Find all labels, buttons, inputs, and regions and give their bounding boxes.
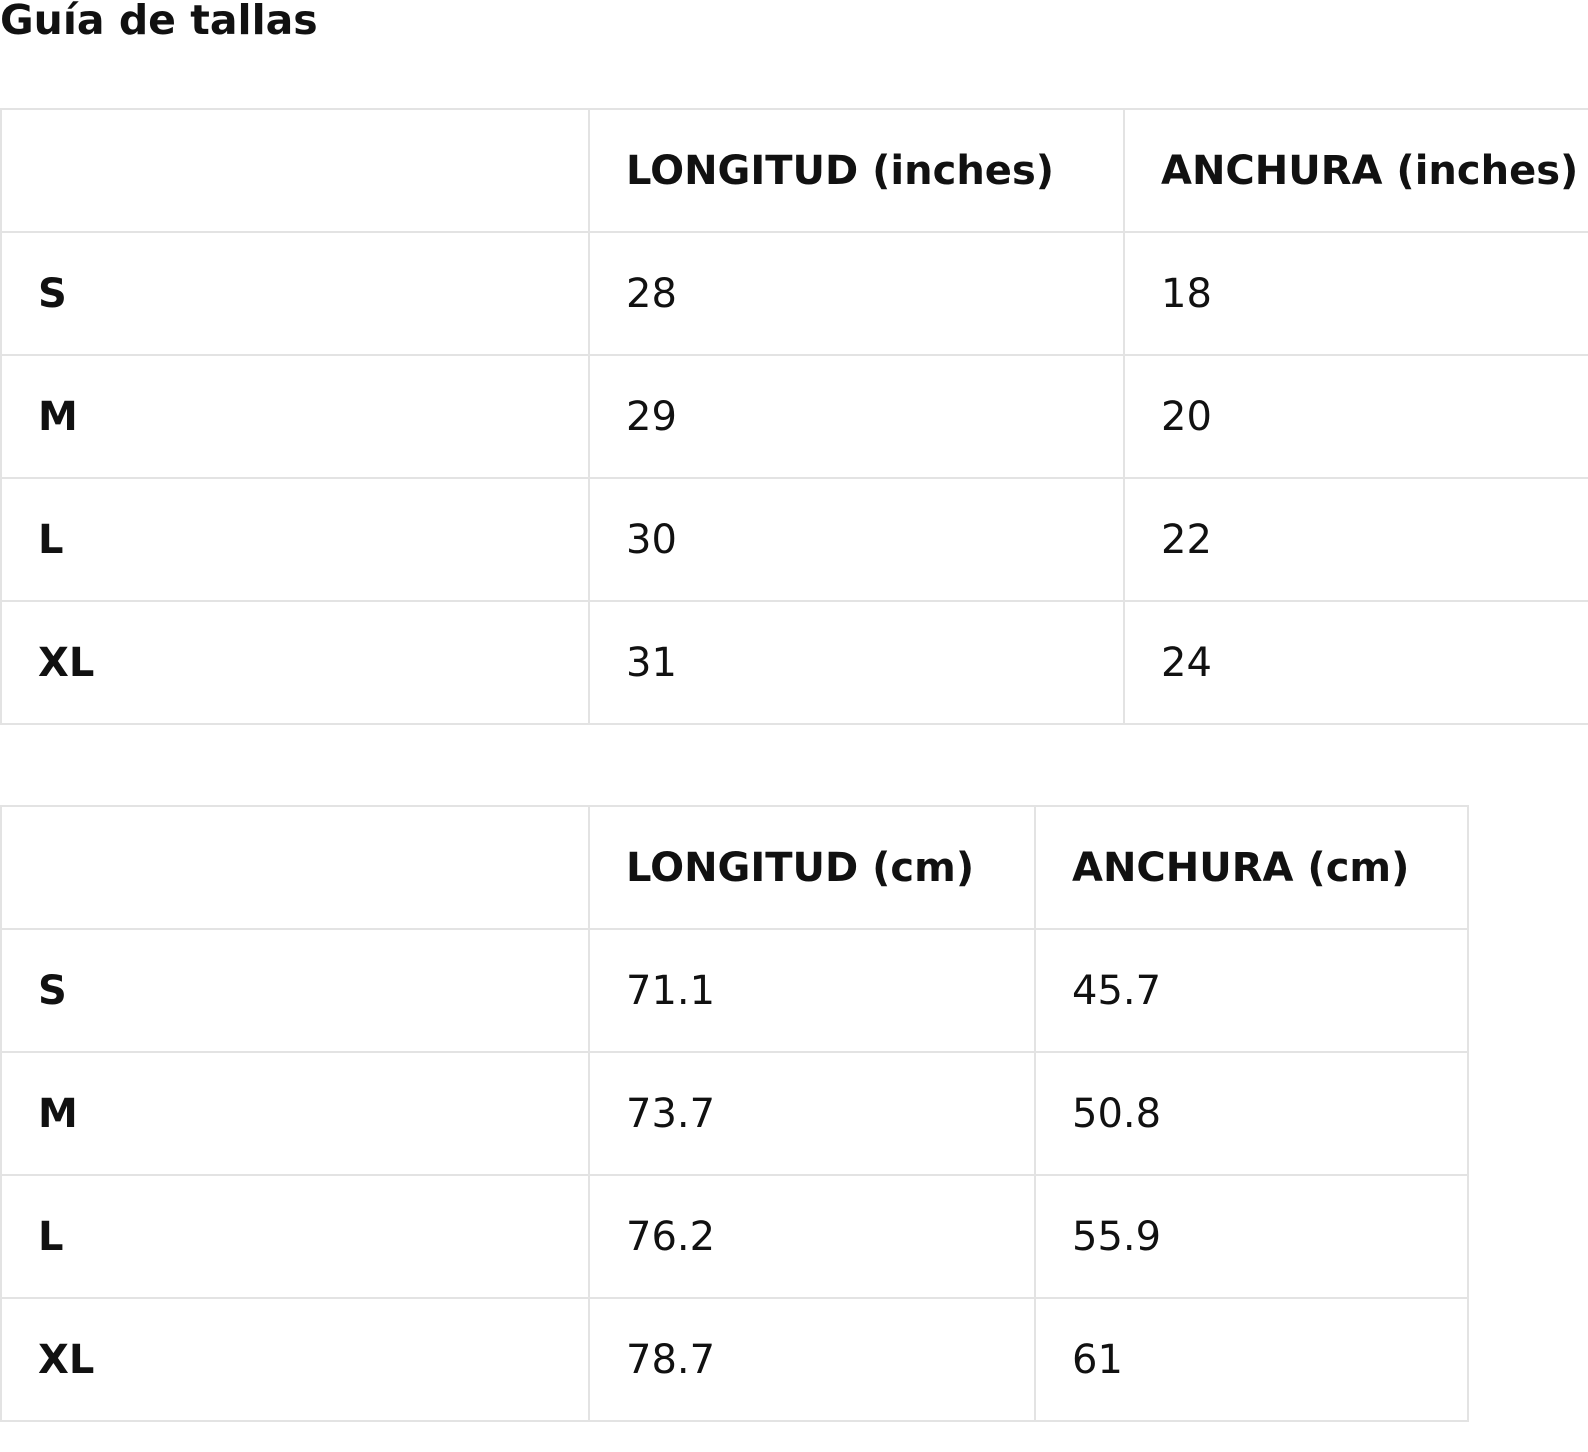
length-value: 29 bbox=[588, 354, 1125, 479]
width-value: 55.9 bbox=[1034, 1174, 1469, 1299]
table-header-row: LONGITUD (inches) ANCHURA (inches) bbox=[0, 108, 1588, 233]
length-value: 76.2 bbox=[588, 1174, 1036, 1299]
header-length-inches: LONGITUD (inches) bbox=[588, 108, 1125, 233]
size-label: S bbox=[0, 231, 590, 356]
table-row: S 28 18 bbox=[0, 231, 1588, 356]
length-value: 28 bbox=[588, 231, 1125, 356]
width-value: 45.7 bbox=[1034, 928, 1469, 1053]
size-label: L bbox=[0, 1174, 590, 1299]
length-value: 31 bbox=[588, 600, 1125, 725]
size-label: M bbox=[0, 354, 590, 479]
header-size-blank bbox=[0, 805, 590, 930]
length-value: 73.7 bbox=[588, 1051, 1036, 1176]
size-table-cm: LONGITUD (cm) ANCHURA (cm) S 71.1 45.7 M… bbox=[0, 805, 1469, 1422]
length-value: 30 bbox=[588, 477, 1125, 602]
table-row: L 30 22 bbox=[0, 477, 1588, 602]
width-value: 61 bbox=[1034, 1297, 1469, 1422]
size-label: XL bbox=[0, 600, 590, 725]
length-value: 71.1 bbox=[588, 928, 1036, 1053]
size-label: M bbox=[0, 1051, 590, 1176]
page-title: Guía de tallas bbox=[0, 0, 318, 44]
table-row: L 76.2 55.9 bbox=[0, 1174, 1469, 1299]
width-value: 20 bbox=[1123, 354, 1588, 479]
table-row: XL 78.7 61 bbox=[0, 1297, 1469, 1422]
size-label: L bbox=[0, 477, 590, 602]
header-size-blank bbox=[0, 108, 590, 233]
table-header-row: LONGITUD (cm) ANCHURA (cm) bbox=[0, 805, 1469, 930]
table-row: M 29 20 bbox=[0, 354, 1588, 479]
header-width-inches: ANCHURA (inches) bbox=[1123, 108, 1588, 233]
size-table-inches: LONGITUD (inches) ANCHURA (inches) S 28 … bbox=[0, 108, 1588, 725]
length-value: 78.7 bbox=[588, 1297, 1036, 1422]
table-row: XL 31 24 bbox=[0, 600, 1588, 725]
table-row: S 71.1 45.7 bbox=[0, 928, 1469, 1053]
width-value: 18 bbox=[1123, 231, 1588, 356]
width-value: 50.8 bbox=[1034, 1051, 1469, 1176]
header-length-cm: LONGITUD (cm) bbox=[588, 805, 1036, 930]
size-label: S bbox=[0, 928, 590, 1053]
width-value: 22 bbox=[1123, 477, 1588, 602]
table-row: M 73.7 50.8 bbox=[0, 1051, 1469, 1176]
width-value: 24 bbox=[1123, 600, 1588, 725]
header-width-cm: ANCHURA (cm) bbox=[1034, 805, 1469, 930]
size-label: XL bbox=[0, 1297, 590, 1422]
